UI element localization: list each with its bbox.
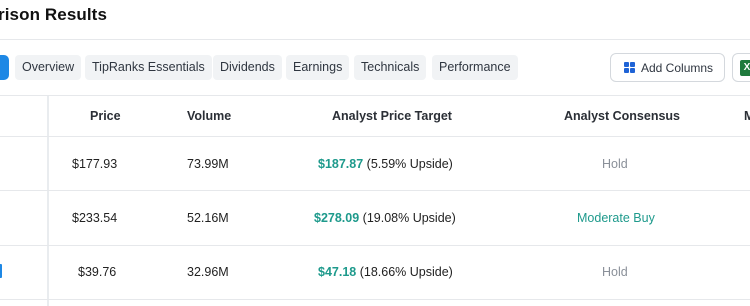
row-divider (0, 245, 750, 246)
row-divider (0, 190, 750, 191)
price-target-upside: (19.08% Upside) (362, 211, 456, 225)
price-target-upside: (18.66% Upside) (359, 265, 453, 279)
excel-icon: X (740, 60, 750, 76)
cell-price-target: $187.87 (5.59% Upside) (318, 157, 453, 171)
add-columns-label: Add Columns (641, 60, 714, 75)
header-price[interactable]: Price (90, 109, 121, 123)
tab-tipranks-essentials[interactable]: TipRanks Essentials (85, 55, 212, 80)
header-more[interactable]: M (744, 109, 750, 123)
ticker-link-partial[interactable] (0, 264, 2, 278)
header-divider (0, 39, 750, 40)
header-volume[interactable]: Volume (187, 109, 231, 123)
cell-volume: 52.16M (187, 211, 229, 225)
add-columns-button[interactable]: Add Columns (610, 53, 725, 82)
tab-active-partial[interactable] (0, 55, 9, 80)
price-target-upside: (5.59% Upside) (366, 157, 453, 171)
cell-consensus: Hold (602, 265, 628, 279)
columns-icon (624, 62, 635, 73)
cell-consensus: Hold (602, 157, 628, 171)
cell-consensus: Moderate Buy (577, 211, 655, 225)
tab-technicals[interactable]: Technicals (354, 55, 427, 80)
cell-price: $39.76 (78, 265, 117, 279)
tab-overview[interactable]: Overview (15, 55, 82, 80)
header-analyst-consensus[interactable]: Analyst Consensus (564, 109, 680, 123)
tab-performance[interactable]: Performance (432, 55, 518, 80)
price-target-value[interactable]: $187.87 (318, 157, 363, 171)
cell-volume: 32.96M (187, 265, 229, 279)
price-target-value[interactable]: $278.09 (314, 211, 359, 225)
cell-price-target: $278.09 (19.08% Upside) (314, 211, 456, 225)
cell-volume: 73.99M (187, 157, 229, 171)
page-title: rison Results (0, 5, 107, 24)
header-analyst-price-target[interactable]: Analyst Price Target (332, 109, 452, 123)
row-divider (0, 136, 750, 137)
cell-price-target: $47.18 (18.66% Upside) (318, 265, 453, 279)
tab-earnings[interactable]: Earnings (286, 55, 350, 80)
export-excel-button[interactable]: X (732, 53, 750, 82)
tab-dividends[interactable]: Dividends (213, 55, 282, 80)
table-top-border (0, 95, 750, 96)
row-divider (0, 299, 750, 300)
cell-price: $233.54 (72, 211, 118, 225)
price-target-value[interactable]: $47.18 (318, 265, 356, 279)
frozen-column-divider (47, 96, 49, 306)
cell-price: $177.93 (72, 157, 118, 171)
